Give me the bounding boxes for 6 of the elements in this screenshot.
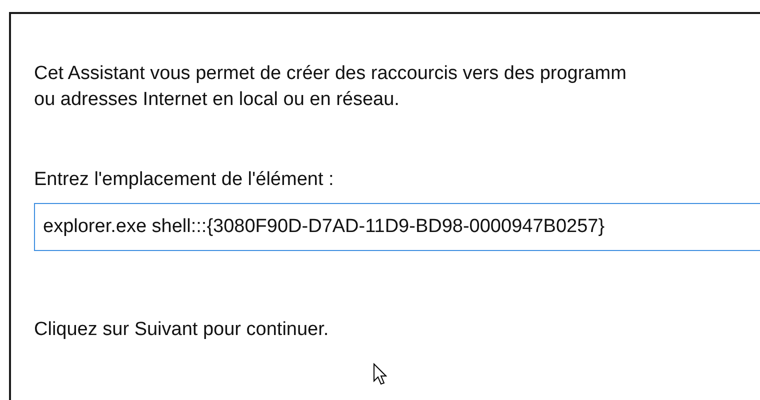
- cursor-icon: [373, 363, 387, 385]
- intro-text: Cet Assistant vous permet de créer des raccourcis vers des programm: [34, 62, 628, 86]
- location-field[interactable]: explorer.exe shell:::{3080F90D-D7AD-11D9-BD98-0000947B0257}: [34, 203, 760, 251]
- intro-text: ou adresses Internet en local ou en réseau.: [34, 88, 400, 112]
- location-label: Entrez l'emplacement de l'élément :: [34, 168, 335, 192]
- hint-text: Cliquez sur Suivant pour continuer.: [34, 318, 330, 342]
